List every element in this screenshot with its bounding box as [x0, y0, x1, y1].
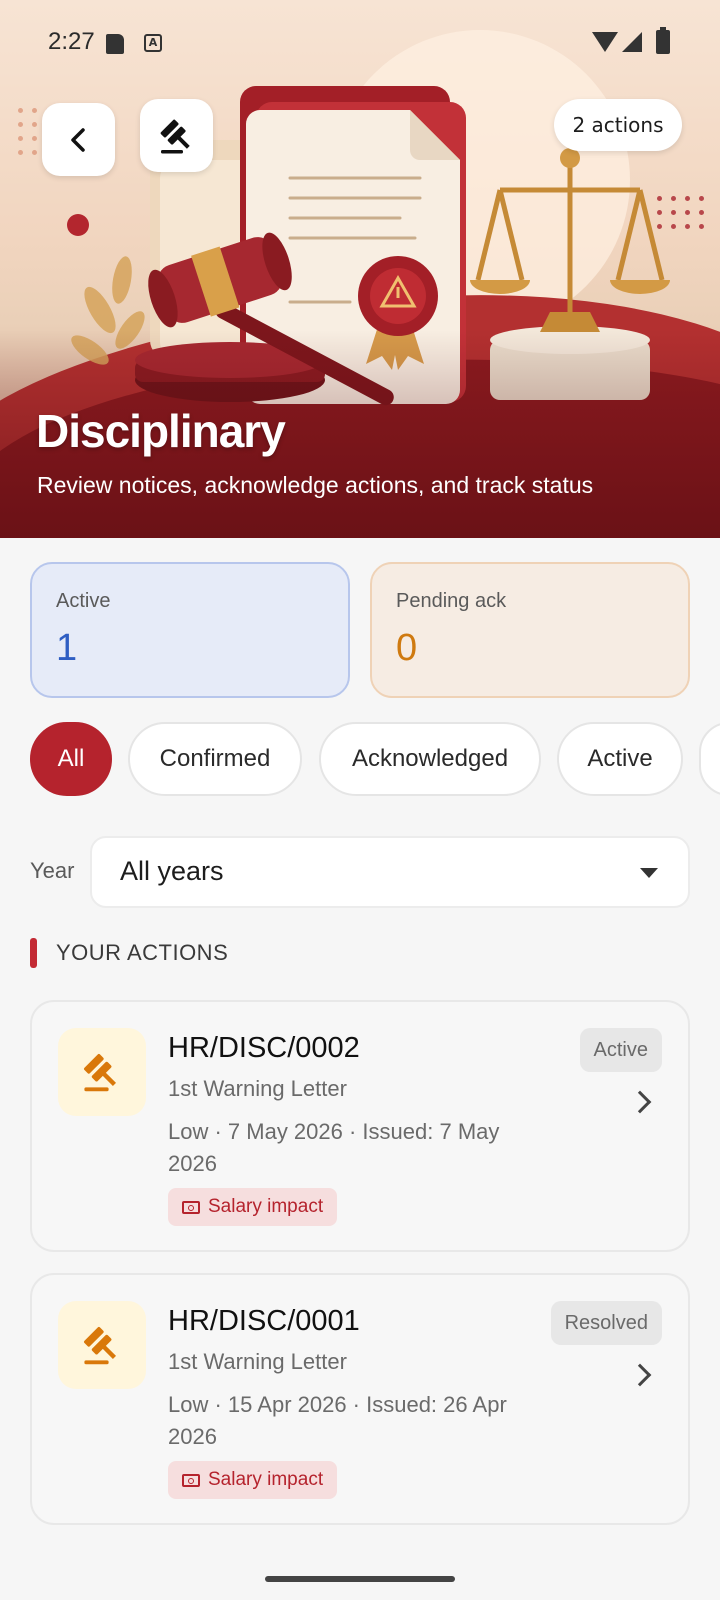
- wifi-icon: [592, 32, 618, 52]
- page-title: Disciplinary: [36, 405, 286, 457]
- action-id: HR/DISC/0002: [168, 1032, 360, 1064]
- filter-chip-more[interactable]: [699, 722, 720, 796]
- dropdown-arrow-icon: [640, 868, 658, 878]
- actions-count-badge[interactable]: 2 actions: [554, 99, 682, 151]
- stat-value: 0: [396, 627, 418, 669]
- chevron-right-icon: [628, 1090, 652, 1114]
- money-icon: [182, 1200, 200, 1214]
- action-card[interactable]: HR/DISC/0002 1st Warning Letter Low · 7 …: [30, 1000, 690, 1252]
- action-icon-container: [58, 1301, 146, 1389]
- action-type: 1st Warning Letter: [168, 1076, 347, 1101]
- action-meta: Low · 7 May 2026 · Issued: 7 May 2026: [168, 1119, 500, 1176]
- disciplinary-screen: 2:27 A 2 actions Disciplinary Review not…: [0, 0, 720, 1600]
- salary-impact-tag: Salary impact: [168, 1188, 338, 1226]
- back-button[interactable]: [42, 103, 115, 176]
- chevron-right-icon: [628, 1363, 652, 1387]
- filter-chip-confirmed[interactable]: Confirmed: [128, 722, 302, 796]
- salary-impact-label: Salary impact: [208, 1196, 324, 1217]
- salary-impact-tag: Salary impact: [168, 1461, 338, 1499]
- page-subtitle: Review notices, acknowledge actions, and…: [37, 472, 594, 498]
- stat-value: 1: [56, 627, 78, 669]
- year-dropdown-value: All years: [120, 856, 224, 886]
- home-indicator[interactable]: [265, 1576, 455, 1582]
- status-badge: Active: [579, 1028, 662, 1072]
- stat-card-pending-ack[interactable]: Pending ack 0: [370, 562, 690, 698]
- gavel-icon: [84, 1054, 117, 1092]
- battery-icon: [656, 27, 670, 54]
- section-accent-bar: [30, 938, 37, 968]
- section-title: YOUR ACTIONS: [56, 940, 229, 965]
- status-badge: Resolved: [550, 1301, 662, 1345]
- stat-label: Active: [56, 590, 111, 612]
- status-bar: 2:27 A: [0, 0, 720, 88]
- decorative-dots-right: [657, 196, 704, 229]
- year-label: Year: [30, 858, 75, 883]
- chevron-left-icon: [70, 127, 85, 152]
- filter-chip-acknowledged[interactable]: Acknowledged: [319, 722, 541, 796]
- stat-card-active[interactable]: Active 1: [30, 562, 350, 698]
- action-card[interactable]: HR/DISC/0001 1st Warning Letter Low · 15…: [30, 1273, 690, 1525]
- filter-chip-active[interactable]: Active: [557, 722, 683, 796]
- action-id: HR/DISC/0001: [168, 1305, 360, 1337]
- signal-icon: [622, 32, 642, 52]
- keyboard-a-icon: A: [144, 34, 162, 52]
- action-icon-container: [58, 1028, 146, 1116]
- gavel-icon: [160, 119, 190, 153]
- money-icon: [182, 1473, 200, 1487]
- status-time: 2:27: [48, 28, 95, 55]
- action-type: 1st Warning Letter: [168, 1349, 347, 1374]
- salary-impact-label: Salary impact: [208, 1469, 324, 1490]
- action-meta: Low · 15 Apr 2026 · Issued: 26 Apr 2026: [168, 1392, 507, 1449]
- sd-card-icon: [106, 34, 124, 54]
- year-dropdown[interactable]: All years: [90, 836, 690, 908]
- gavel-button[interactable]: [140, 99, 213, 172]
- filter-chip-all[interactable]: All: [30, 722, 112, 796]
- hero-banner: 2:27 A 2 actions Disciplinary Review not…: [0, 0, 720, 538]
- stat-label: Pending ack: [396, 590, 507, 612]
- gavel-icon: [84, 1327, 117, 1365]
